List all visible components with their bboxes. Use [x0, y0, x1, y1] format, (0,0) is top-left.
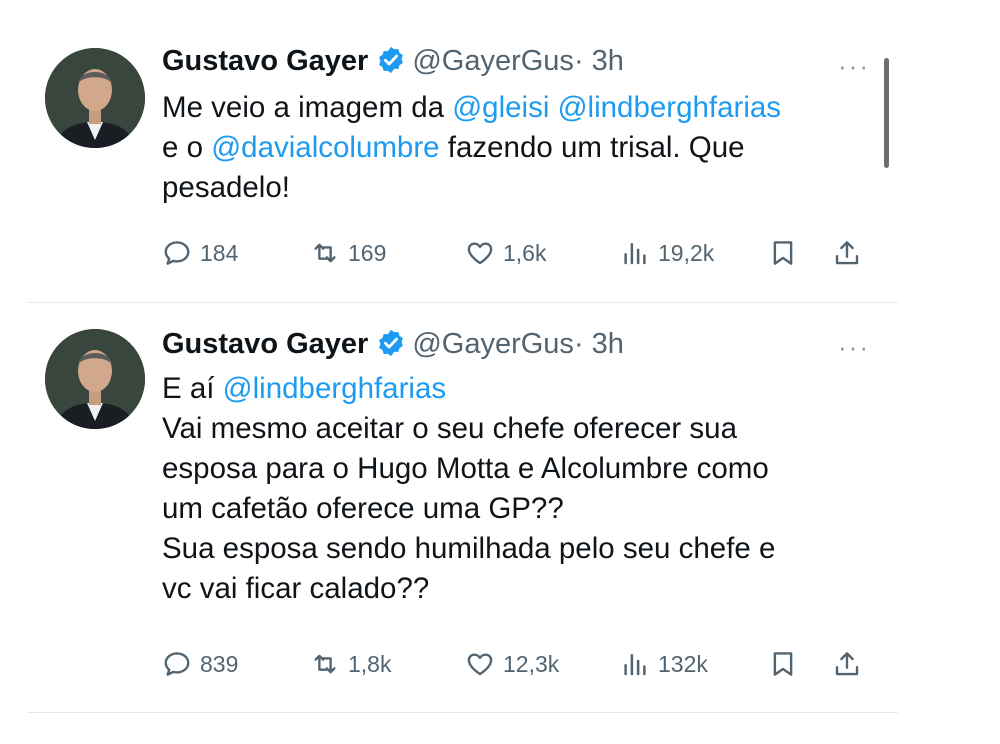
author-name[interactable]: Gustavo Gayer	[162, 328, 368, 360]
repost-button[interactable]: 1,8k	[310, 644, 391, 684]
mention-link[interactable]: @lindberghfarias	[223, 372, 446, 405]
repost-count: 169	[348, 239, 387, 266]
tweet[interactable]: Gustavo Gayer @GayerGus· 3h ··· E aí @lin…	[0, 303, 1000, 713]
tweet-header: Gustavo Gayer @GayerGus· 3h	[162, 44, 624, 78]
views-icon	[624, 243, 646, 265]
like-count: 1,6k	[503, 239, 547, 266]
reply-icon	[164, 241, 190, 265]
more-options-icon[interactable]: ···	[838, 334, 870, 360]
views-icon	[624, 654, 646, 676]
tweet-line: esposa para o Hugo Motta e Alcolumbre co…	[162, 452, 769, 485]
author-handle[interactable]: @GayerGus	[412, 45, 574, 77]
tweet[interactable]: Gustavo Gayer @GayerGus· 3h ··· Me veio a…	[0, 0, 1000, 302]
avatar[interactable]	[45, 48, 145, 148]
tweet-line: um cafetão oferece uma GP??	[162, 492, 564, 525]
view-count: 19,2k	[658, 239, 715, 266]
tweet-line: E aí @lindberghfarias	[162, 369, 882, 409]
reply-button[interactable]: 839	[162, 644, 238, 684]
tweet-text: E aí @lindberghfarias Vai mesmo aceitar …	[162, 369, 882, 609]
tweet-line: e o @davialcolumbre fazendo um trisal. Q…	[162, 128, 882, 168]
reply-button[interactable]: 184	[162, 233, 238, 273]
tweet-text: Me veio a imagem da @gleisi @lindberghfa…	[162, 88, 882, 208]
repost-icon	[314, 654, 336, 674]
like-button[interactable]: 12,3k	[465, 644, 559, 684]
author-name[interactable]: Gustavo Gayer	[162, 45, 368, 77]
bookmark-button[interactable]	[768, 644, 806, 684]
repost-button[interactable]: 169	[310, 233, 386, 273]
tweet-line: Vai mesmo aceitar o seu chefe oferecer s…	[162, 412, 737, 445]
mention-link[interactable]: @davialcolumbre	[211, 131, 439, 164]
mention-link[interactable]: @lindberghfarias	[558, 91, 781, 124]
reply-count: 184	[200, 239, 239, 266]
heart-icon	[467, 653, 493, 676]
share-icon	[835, 652, 859, 676]
share-icon	[835, 241, 859, 265]
text-span	[549, 91, 557, 124]
text-span: fazendo um trisal. Que	[439, 131, 745, 164]
action-bar: 839 1,8k 12,3k 132k	[162, 644, 882, 684]
reply-count: 839	[200, 650, 239, 677]
verified-badge-icon	[376, 328, 406, 358]
author-handle[interactable]: @GayerGus	[412, 328, 574, 360]
divider	[28, 712, 898, 713]
bookmark-icon	[773, 241, 793, 265]
verified-badge-icon	[376, 45, 406, 75]
like-button[interactable]: 1,6k	[465, 233, 546, 273]
views-button[interactable]: 132k	[620, 644, 708, 684]
tweet-line: pesadelo!	[162, 171, 290, 204]
tweet-line: vc vai ficar calado??	[162, 572, 430, 605]
share-button[interactable]	[832, 644, 870, 684]
bookmark-icon	[773, 652, 793, 676]
tweet-line: Sua esposa sendo humilhada pelo seu chef…	[162, 532, 776, 565]
action-bar: 184 169 1,6k 19,2k	[162, 233, 882, 273]
view-count: 132k	[658, 650, 708, 677]
repost-count: 1,8k	[348, 650, 392, 677]
avatar[interactable]	[45, 329, 145, 429]
repost-icon	[314, 243, 336, 263]
text-span: E aí	[162, 372, 223, 405]
more-options-icon[interactable]: ···	[838, 53, 870, 79]
bookmark-button[interactable]	[768, 233, 806, 273]
share-button[interactable]	[832, 233, 870, 273]
text-span: e o	[162, 131, 212, 164]
tweet-line: Me veio a imagem da @gleisi @lindberghfa…	[162, 88, 882, 128]
heart-icon	[467, 242, 493, 265]
reply-icon	[164, 652, 190, 676]
like-count: 12,3k	[503, 650, 560, 677]
text-span: Me veio a imagem da	[162, 91, 453, 124]
mention-link[interactable]: @gleisi	[452, 91, 549, 124]
tweet-header: Gustavo Gayer @GayerGus· 3h	[162, 327, 624, 361]
scrollbar[interactable]	[884, 58, 889, 168]
timestamp[interactable]: · 3h	[574, 328, 624, 360]
views-button[interactable]: 19,2k	[620, 233, 714, 273]
timestamp[interactable]: · 3h	[574, 45, 624, 77]
